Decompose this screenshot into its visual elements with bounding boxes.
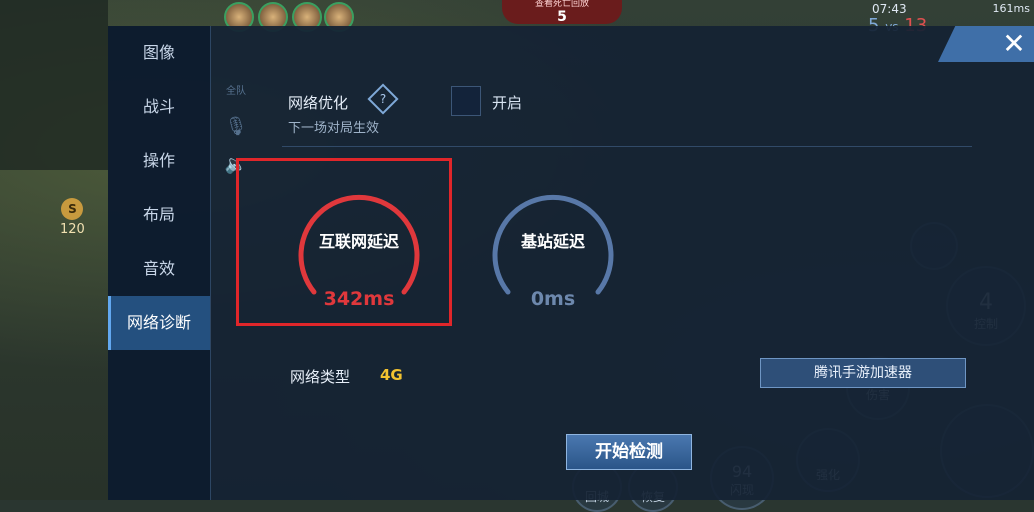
coin-icon: S <box>61 198 84 220</box>
accelerator-button[interactable]: 腾讯手游加速器 <box>760 358 966 388</box>
help-icon-glyph: ? <box>379 92 387 106</box>
latency-highlight-box <box>236 158 452 326</box>
network-ping: 161ms <box>992 2 1030 15</box>
station-latency-label: 基站延迟 <box>520 232 585 251</box>
sidebar-item-controls[interactable]: 操作 <box>108 134 210 188</box>
match-clock: 07:43 <box>872 2 907 16</box>
network-optimization-checkbox[interactable] <box>451 86 481 116</box>
sidebar-item-sound[interactable]: 音效 <box>108 242 210 296</box>
death-replay-label: 查看死亡回放 <box>534 0 589 9</box>
sidebar-item-network-diagnosis[interactable]: 网络诊断 <box>108 296 210 350</box>
station-latency-value: 0ms <box>530 288 576 310</box>
network-optimization-subtitle: 下一场对局生效 <box>288 121 380 136</box>
team-chat-icon[interactable]: 全队 <box>222 78 250 106</box>
mic-icon[interactable]: 🎙 <box>222 116 250 144</box>
network-type-value: 4G <box>380 366 403 384</box>
gold-display: S 120 <box>60 198 85 237</box>
sidebar-item-battle[interactable]: 战斗 <box>108 80 210 134</box>
station-latency-gauge: 基站延迟 0ms <box>488 182 618 312</box>
sidebar-item-graphics[interactable]: 图像 <box>108 26 210 80</box>
settings-sidebar: 图像 战斗 操作 布局 音效 网络诊断 <box>108 26 211 500</box>
death-count: 5 <box>557 9 567 25</box>
sidebar-item-layout[interactable]: 布局 <box>108 188 210 242</box>
section-divider <box>282 146 972 147</box>
network-type-label: 网络类型 <box>290 368 351 386</box>
death-replay-badge[interactable]: 查看死亡回放 5 <box>502 0 622 25</box>
gold-amount: 120 <box>60 222 85 237</box>
close-icon[interactable]: ✕ <box>1000 30 1028 58</box>
start-detection-button[interactable]: 开始检测 <box>566 434 692 470</box>
checkbox-label: 开启 <box>492 94 523 112</box>
network-optimization-title: 网络优化 <box>288 94 349 112</box>
